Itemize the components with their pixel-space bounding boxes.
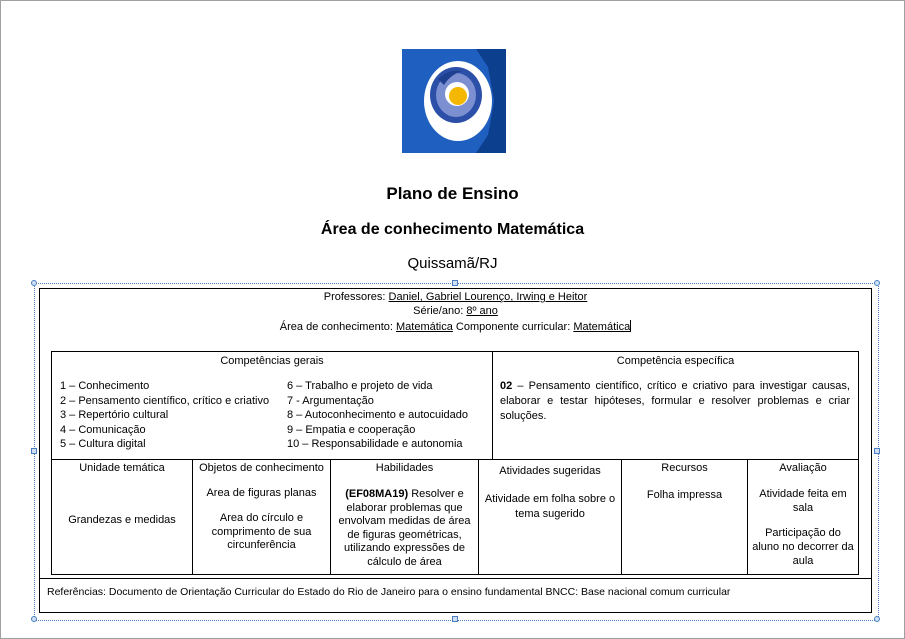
- list-item: 5 – Cultura digital: [60, 438, 146, 450]
- list-item: 7 - Argumentação: [287, 394, 374, 407]
- cell-objetos-2: Area do círculo e comprimento de sua cir…: [211, 512, 312, 551]
- serie-line: Série/ano: 8º ano: [413, 305, 498, 317]
- document-subtitle: Área de conhecimento Matemática: [320, 221, 585, 238]
- document-location: Quissamã/RJ: [407, 255, 498, 272]
- resize-handle-left[interactable]: [31, 448, 37, 454]
- list-item: 10 – Responsabilidade e autonomia: [287, 438, 463, 450]
- header-objetos-conhecimento: Objetos de conhecimento: [199, 462, 324, 474]
- area-value: Matemática: [396, 321, 453, 333]
- resize-handle-top[interactable]: [452, 280, 458, 286]
- list-item: 2 – Pensamento científico, crítico e cri…: [60, 394, 270, 407]
- cell-recursos: Folha impressa: [646, 489, 723, 501]
- cell-objetos-1: Area de figuras planas: [206, 487, 317, 499]
- resize-handle-right[interactable]: [874, 448, 880, 454]
- header-habilidades: Habilidades: [375, 462, 434, 474]
- resize-handle-top-left[interactable]: [31, 280, 37, 286]
- competencias-gerais-header: Competências gerais: [220, 355, 324, 367]
- professores-value: Daniel, Gabriel Lourenço, Irwing e Heito…: [388, 291, 588, 303]
- competencia-especifica-header: Competência específica: [616, 355, 735, 367]
- divider: [621, 459, 622, 574]
- divider: [40, 578, 871, 579]
- cell-avaliacao-1: Atividade feita em sala: [759, 488, 847, 514]
- header-atividades-sugeridas: Atividades sugeridas: [499, 465, 601, 477]
- competencias-table: Competências gerais 1 – Conhecimento 2 –…: [51, 351, 859, 575]
- cell-habilidade: (EF08MA19) Resolver e elaborar problemas…: [338, 488, 471, 568]
- text-cursor: [630, 320, 632, 332]
- competencias-gerais-col2: 6 – Trabalho e projeto de vida 7 - Argum…: [287, 379, 468, 452]
- resize-handle-bottom-right[interactable]: [874, 616, 880, 622]
- header-avaliacao: Avaliação: [779, 462, 827, 474]
- list-item: 4 – Comunicação: [60, 423, 146, 436]
- componente-value: Matemática: [573, 321, 631, 333]
- professores-line: Professores: Daniel, Gabriel Lourenço, I…: [323, 291, 588, 303]
- referencias: Referências: Documento de Orientação Cur…: [47, 586, 731, 598]
- divider: [192, 459, 193, 574]
- serie-value: 8º ano: [466, 305, 498, 317]
- area-line: Área de conhecimento: Matemática Compone…: [279, 320, 632, 333]
- header-recursos: Recursos: [661, 462, 708, 474]
- document-title: Plano de Ensino: [386, 184, 519, 203]
- resize-handle-bottom-left[interactable]: [31, 616, 37, 622]
- resize-handle-top-right[interactable]: [874, 280, 880, 286]
- cell-avaliacao-2: Participação do aluno no decorrer da aul…: [752, 527, 854, 567]
- cell-atividades: Atividade em folha sobre o tema sugerido: [484, 493, 616, 520]
- resize-handle-bottom[interactable]: [452, 616, 458, 622]
- divider: [747, 459, 748, 574]
- list-item: 3 – Repertório cultural: [60, 409, 169, 421]
- list-item: 6 – Trabalho e projeto de vida: [287, 380, 433, 392]
- divider: [330, 459, 331, 574]
- list-item: 8 – Autoconhecimento e autocuidado: [287, 409, 469, 421]
- divider: [52, 459, 858, 460]
- list-item: 9 – Empatia e cooperação: [287, 423, 416, 436]
- school-logo-icon: [402, 49, 506, 153]
- list-item: 1 – Conhecimento: [60, 380, 150, 392]
- competencia-especifica-text: 02 – Pensamento científico, crítico e cr…: [500, 380, 850, 422]
- competencias-gerais-col1: 1 – Conhecimento 2 – Pensamento científi…: [60, 379, 269, 452]
- cell-unidade: Grandezas e medidas: [68, 514, 176, 526]
- header-unidade-tematica: Unidade temática: [79, 462, 165, 474]
